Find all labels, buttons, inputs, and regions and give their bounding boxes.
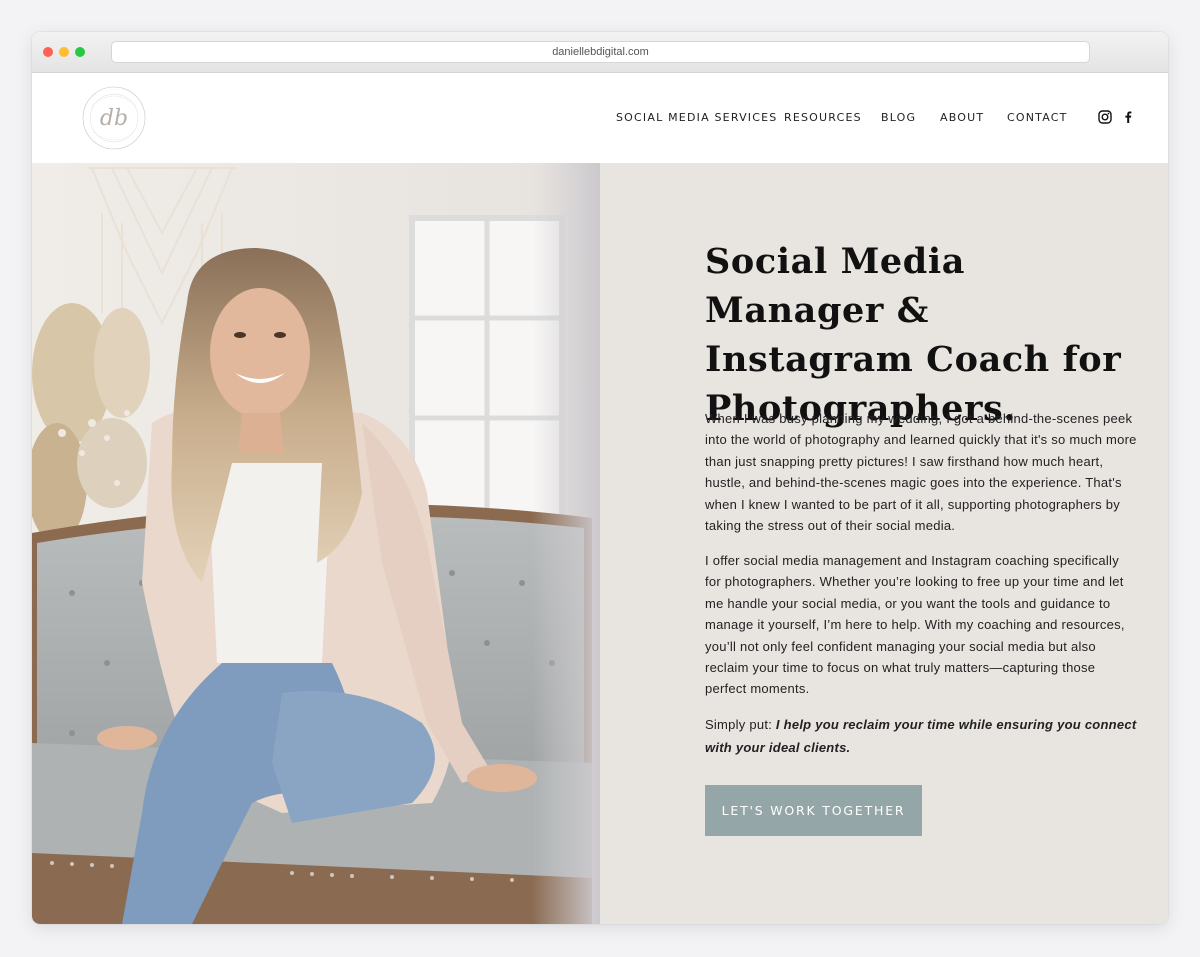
instagram-icon[interactable] [1098,110,1112,124]
maximize-window-button[interactable] [75,47,85,57]
browser-window: daniellebdigital.com db SOCIAL MEDIA SER… [32,32,1168,924]
site-header: db SOCIAL MEDIA SERVICES RESOURCES BLOG … [32,73,1168,163]
browser-toolbar: daniellebdigital.com [32,32,1168,73]
close-window-button[interactable] [43,47,53,57]
hero-headline: Social Media Manager & Instagram Coach f… [705,241,1122,429]
summary-paragraph: Simply put: I help you reclaim your time… [705,713,1137,759]
work-together-button[interactable]: LET'S WORK TOGETHER [705,785,922,836]
nav-item-blog[interactable]: BLOG [881,111,916,127]
minimize-window-button[interactable] [59,47,69,57]
nav-item-social-media-services[interactable]: SOCIAL MEDIA SERVICES [616,111,777,127]
address-bar[interactable]: daniellebdigital.com [111,41,1090,63]
facebook-icon[interactable] [1121,110,1135,124]
site-logo[interactable]: db [80,84,148,152]
intro-paragraph: When I was busy planning my wedding, I g… [705,411,1137,534]
nav-item-about[interactable]: ABOUT [940,111,984,127]
nav-item-contact[interactable]: CONTACT [1007,111,1068,127]
summary-lead: Simply put: [705,717,776,732]
hero-photo [32,163,600,924]
nav-item-resources[interactable]: RESOURCES [784,111,862,127]
services-paragraph: I offer social media management and Inst… [705,553,1125,697]
hero-content: Social Media Manager & Instagram Coach f… [600,163,1168,924]
svg-text:db: db [100,106,128,131]
